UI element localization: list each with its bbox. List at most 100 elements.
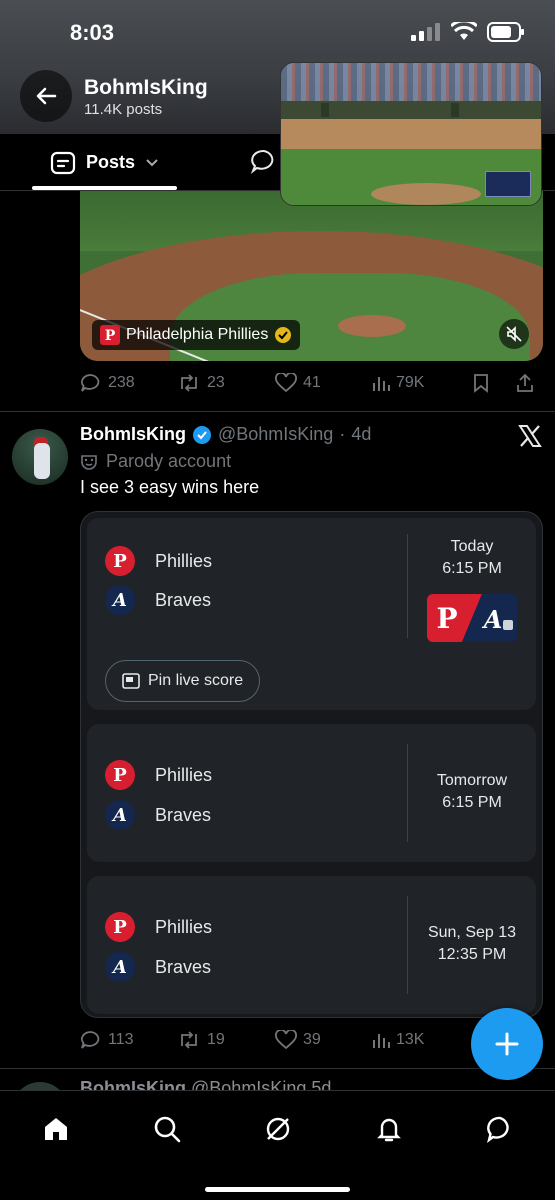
theater-mask-icon xyxy=(81,454,97,470)
bookmark-button[interactable] xyxy=(472,373,515,393)
back-button[interactable] xyxy=(20,70,72,122)
game-clock: 12:35 PM xyxy=(437,946,507,963)
pin-live-score-button[interactable]: Pin live score xyxy=(105,660,261,702)
reply-bubble-icon xyxy=(250,149,274,174)
tab-posts[interactable]: Posts xyxy=(32,134,177,191)
picture-in-picture-player[interactable] xyxy=(280,62,542,206)
tab-replies[interactable] xyxy=(250,148,278,179)
signal-icon xyxy=(411,23,440,41)
reply-icon xyxy=(81,374,100,392)
game-day: Sun, Sep 13 xyxy=(427,924,517,941)
arrow-left-icon xyxy=(36,87,57,105)
game-time: Sun, Sep 13 12:35 PM xyxy=(417,922,527,966)
pip-icon xyxy=(122,673,140,689)
post-divider xyxy=(0,1068,555,1069)
game-time: Tomorrow 6:15 PM xyxy=(417,770,527,814)
dot-separator: · xyxy=(339,424,346,444)
compose-post-button[interactable] xyxy=(471,1008,543,1080)
game-day: Tomorrow xyxy=(436,772,508,789)
post-video[interactable]: P Philadelphia Phillies xyxy=(80,191,543,361)
team-row-home: P Phillies xyxy=(105,546,212,576)
author-handle[interactable]: @BohmIsKing xyxy=(218,424,333,445)
author-name[interactable]: BohmIsKing xyxy=(80,424,186,445)
media-source-tag[interactable]: P Philadelphia Phillies xyxy=(92,320,301,350)
svg-text:A: A xyxy=(482,605,503,634)
nav-search[interactable] xyxy=(147,1109,187,1149)
game-card-3[interactable]: P Phillies A Braves Sun, Sep 13 12:35 PM xyxy=(87,876,536,1014)
svg-text:P: P xyxy=(105,328,116,344)
battery-icon xyxy=(487,22,524,42)
nav-notifications[interactable] xyxy=(369,1109,409,1149)
team-name: Phillies xyxy=(155,764,213,785)
views-button[interactable]: 79K xyxy=(372,374,472,392)
post-text: I see 3 easy wins here xyxy=(80,477,260,497)
tab-posts-label: Posts xyxy=(86,152,136,172)
views-chart-icon xyxy=(373,377,390,391)
like-button[interactable]: 39 xyxy=(275,1030,372,1050)
team-name: Phillies xyxy=(155,550,213,571)
team-row-away: A Braves xyxy=(105,585,211,615)
plus-icon xyxy=(495,1032,519,1056)
reply-count: 238 xyxy=(108,374,135,391)
share-button[interactable] xyxy=(515,373,535,393)
speaker-muted-icon xyxy=(506,326,522,342)
reply-button[interactable]: 113 xyxy=(80,1030,177,1050)
nav-home[interactable] xyxy=(36,1109,76,1149)
game-card-2[interactable]: P Phillies A Braves Tomorrow 6:15 PM xyxy=(87,724,536,862)
avatar[interactable] xyxy=(12,429,68,485)
team-name: Braves xyxy=(155,589,212,610)
braves-logo-icon: A xyxy=(105,800,135,830)
media-source-name: Philadelphia Phillies xyxy=(126,326,269,343)
phillies-logo-icon: P xyxy=(105,760,135,790)
game-divider xyxy=(407,534,408,638)
game-divider xyxy=(407,744,408,842)
team-name: Braves xyxy=(155,956,212,977)
repost-count: 19 xyxy=(207,1031,225,1048)
heart-icon xyxy=(275,1030,297,1050)
verified-badge-icon xyxy=(193,425,211,444)
post-divider xyxy=(0,411,555,412)
views-count: 79K xyxy=(396,374,425,391)
mute-button[interactable] xyxy=(499,319,529,349)
repost-button[interactable]: 23 xyxy=(177,373,275,393)
game-divider xyxy=(407,896,408,994)
braves-logo-icon: A xyxy=(105,952,135,982)
grok-icon xyxy=(266,1117,290,1141)
pin-live-score-label: Pin live score xyxy=(148,672,244,689)
nav-grok[interactable] xyxy=(258,1109,298,1149)
reply-button[interactable]: 238 xyxy=(80,373,177,393)
x-logo-icon[interactable] xyxy=(517,423,543,449)
like-button[interactable]: 41 xyxy=(275,373,372,393)
bell-icon xyxy=(377,1118,401,1142)
status-icons xyxy=(411,22,525,42)
status-time: 8:03 xyxy=(70,20,115,45)
home-icon xyxy=(45,1118,67,1140)
search-icon xyxy=(154,1116,181,1143)
matchup-graphic: P A xyxy=(427,594,517,642)
nav-messages[interactable] xyxy=(480,1109,520,1149)
views-chart-icon xyxy=(373,1034,390,1048)
phillies-logo-icon: P xyxy=(105,546,135,576)
profile-name: BohmIsKing xyxy=(84,76,208,99)
repost-icon xyxy=(181,1031,197,1049)
post-time[interactable]: 4d xyxy=(351,424,371,445)
game-clock: 6:15 PM xyxy=(442,794,502,811)
repost-icon xyxy=(181,374,197,392)
views-count: 13K xyxy=(396,1031,425,1048)
team-row-home: P Phillies xyxy=(105,912,212,942)
repost-button[interactable]: 19 xyxy=(177,1030,275,1050)
chat-bubble-icon xyxy=(487,1116,509,1143)
game-time: Today 6:15 PM xyxy=(417,536,527,580)
repost-count: 23 xyxy=(207,374,225,391)
parody-text: Parody account xyxy=(106,451,232,471)
game-schedule-card: P Phillies A Braves Today 6:15 PM P A Pi… xyxy=(80,511,543,1018)
views-button[interactable]: 13K xyxy=(372,1031,472,1049)
reply-icon xyxy=(81,1031,100,1049)
like-count: 39 xyxy=(303,1031,321,1048)
team-name: Braves xyxy=(155,804,212,825)
wifi-icon xyxy=(451,22,477,40)
matchup-logos-icon: P A xyxy=(427,594,517,642)
parody-label: Parody account xyxy=(80,451,231,472)
tab-underline xyxy=(32,186,177,190)
game-card-1[interactable]: P Phillies A Braves Today 6:15 PM P A Pi… xyxy=(87,518,536,710)
